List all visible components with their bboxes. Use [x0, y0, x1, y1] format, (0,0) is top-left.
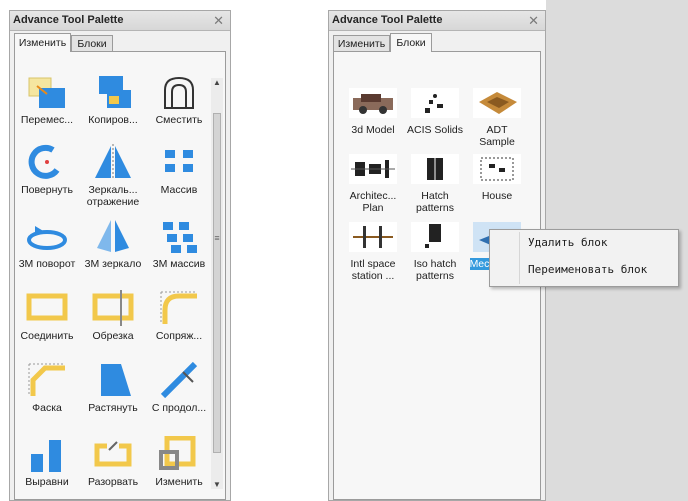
tool-label: Разорвать: [87, 476, 139, 488]
close-icon[interactable]: ✕: [528, 11, 539, 30]
tool-label: Сместить: [155, 114, 203, 126]
tool-label: Растянуть: [88, 402, 138, 414]
tool-label: С продол...: [151, 402, 207, 414]
block-label: Iso hatch patterns: [413, 258, 457, 282]
block-item[interactable]: Hatch patterns: [406, 154, 464, 214]
tool-trim[interactable]: Обрезка: [81, 290, 145, 342]
block-item[interactable]: Intl space station ...: [344, 222, 402, 282]
block-item[interactable]: ACIS Solids: [406, 88, 464, 136]
tool-align[interactable]: Выравни: [15, 436, 79, 488]
tool-label: Копиров...: [88, 114, 138, 126]
tool-label: 3M зеркало: [84, 258, 142, 270]
tool-lengthen[interactable]: С продол...: [147, 361, 211, 414]
grip-icon: ≡: [214, 233, 220, 243]
tab-modify[interactable]: Изменить: [333, 35, 390, 51]
mirror-icon: [91, 144, 135, 180]
palette-title: Advance Tool Palette: [13, 14, 124, 26]
rotate-icon: [25, 144, 69, 180]
tool-label: Зеркаль... отражение: [86, 184, 140, 208]
tab-blocks[interactable]: Блоки: [390, 33, 432, 52]
tool-label: Массив: [160, 184, 198, 196]
palette-title: Advance Tool Palette: [332, 14, 443, 26]
tool-join[interactable]: Соединить: [15, 290, 79, 342]
scroll-up-icon[interactable]: ▲: [212, 78, 222, 87]
space-station-thumbnail: [349, 222, 397, 252]
tool-offset[interactable]: Сместить: [147, 74, 211, 126]
stretch-icon: [91, 362, 135, 398]
align-icon: [25, 436, 69, 472]
context-menu: Удалить блок Переименовать блок: [489, 229, 679, 287]
menu-separator: [519, 232, 520, 284]
block-label: ADT Sample: [479, 124, 515, 148]
tool-rotate[interactable]: Повернуть: [15, 144, 79, 196]
array-icon: [157, 144, 201, 180]
tool-grid: Перемес... Копиров... Сместить Повернуть: [14, 51, 226, 500]
block-label: 3d Model: [351, 124, 395, 136]
tab-blocks[interactable]: Блоки: [71, 35, 113, 51]
block-item[interactable]: 3d Model: [344, 88, 402, 136]
hatch-patterns-thumbnail: [411, 154, 459, 184]
3d-array-icon: [157, 218, 201, 254]
iso-hatch-thumbnail: [411, 222, 459, 252]
block-item[interactable]: Iso hatch patterns: [406, 222, 464, 282]
fillet-icon: [157, 290, 201, 326]
tool-3d-rotate[interactable]: 3M поворот: [15, 218, 79, 270]
tool-move[interactable]: Перемес...: [15, 74, 79, 126]
menu-item-delete-block[interactable]: Удалить блок: [528, 234, 607, 252]
block-item[interactable]: Architec... Plan: [344, 154, 402, 214]
tool-scale[interactable]: Изменить: [147, 435, 211, 488]
copy-icon: [91, 74, 135, 110]
tool-label: Выравни: [25, 476, 69, 488]
block-label: House: [481, 190, 513, 202]
tool-label: Соединить: [20, 330, 74, 342]
tool-array[interactable]: Массив: [147, 144, 211, 196]
block-label: ACIS Solids: [406, 124, 464, 136]
acis-solids-thumbnail: [411, 88, 459, 118]
adt-sample-thumbnail: [473, 88, 521, 118]
palette-titlebar[interactable]: Advance Tool Palette ✕: [329, 11, 545, 31]
block-label: Architec... Plan: [349, 190, 397, 214]
trim-icon: [91, 290, 135, 326]
tool-palette-modify: Advance Tool Palette ✕ Изменить Блоки Пе…: [9, 10, 231, 501]
tab-modify[interactable]: Изменить: [14, 33, 71, 52]
join-icon: [25, 290, 69, 326]
tool-copy[interactable]: Копиров...: [81, 74, 145, 126]
tool-label: 3M массив: [152, 258, 206, 270]
break-icon: [91, 436, 135, 472]
scroll-down-icon[interactable]: ▼: [212, 480, 222, 489]
block-item[interactable]: House: [468, 154, 526, 202]
tool-chamfer[interactable]: Фаска: [15, 362, 79, 414]
scrollbar-thumb[interactable]: [213, 113, 221, 453]
scale-icon: [157, 435, 201, 472]
tool-3d-array[interactable]: 3M массив: [147, 218, 211, 270]
chamfer-icon: [25, 362, 69, 398]
tool-fillet[interactable]: Сопряж...: [147, 290, 211, 342]
architectural-plan-thumbnail: [349, 154, 397, 184]
tool-label: Обрезка: [92, 330, 134, 342]
tool-label: Изменить: [155, 476, 203, 488]
tool-label: Фаска: [32, 402, 62, 414]
offset-icon: [157, 74, 201, 110]
move-icon: [25, 74, 69, 110]
close-icon[interactable]: ✕: [213, 11, 224, 30]
tool-label: Повернуть: [21, 184, 73, 196]
vertical-scrollbar[interactable]: ▲ ≡ ▼: [211, 78, 223, 489]
block-label: Hatch patterns: [416, 190, 454, 214]
tool-3d-mirror[interactable]: 3M зеркало: [81, 218, 145, 270]
tool-label: Сопряж...: [155, 330, 203, 342]
3d-rotate-icon: [25, 218, 69, 254]
block-label: Intl space station ...: [350, 258, 396, 282]
tool-stretch[interactable]: Растянуть: [81, 362, 145, 414]
palette-titlebar[interactable]: Advance Tool Palette ✕: [10, 11, 230, 31]
tool-mirror[interactable]: Зеркаль... отражение: [81, 144, 145, 208]
tool-break[interactable]: Разорвать: [81, 436, 145, 488]
lengthen-icon: [157, 361, 201, 399]
3d-mirror-icon: [91, 218, 135, 254]
tool-label: Перемес...: [20, 114, 74, 126]
tool-label: 3M поворот: [18, 258, 76, 270]
3d-model-thumbnail: [349, 88, 397, 118]
menu-item-rename-block[interactable]: Переименовать блок: [528, 261, 647, 279]
block-item[interactable]: ADT Sample: [468, 88, 526, 148]
house-thumbnail: [473, 154, 521, 184]
